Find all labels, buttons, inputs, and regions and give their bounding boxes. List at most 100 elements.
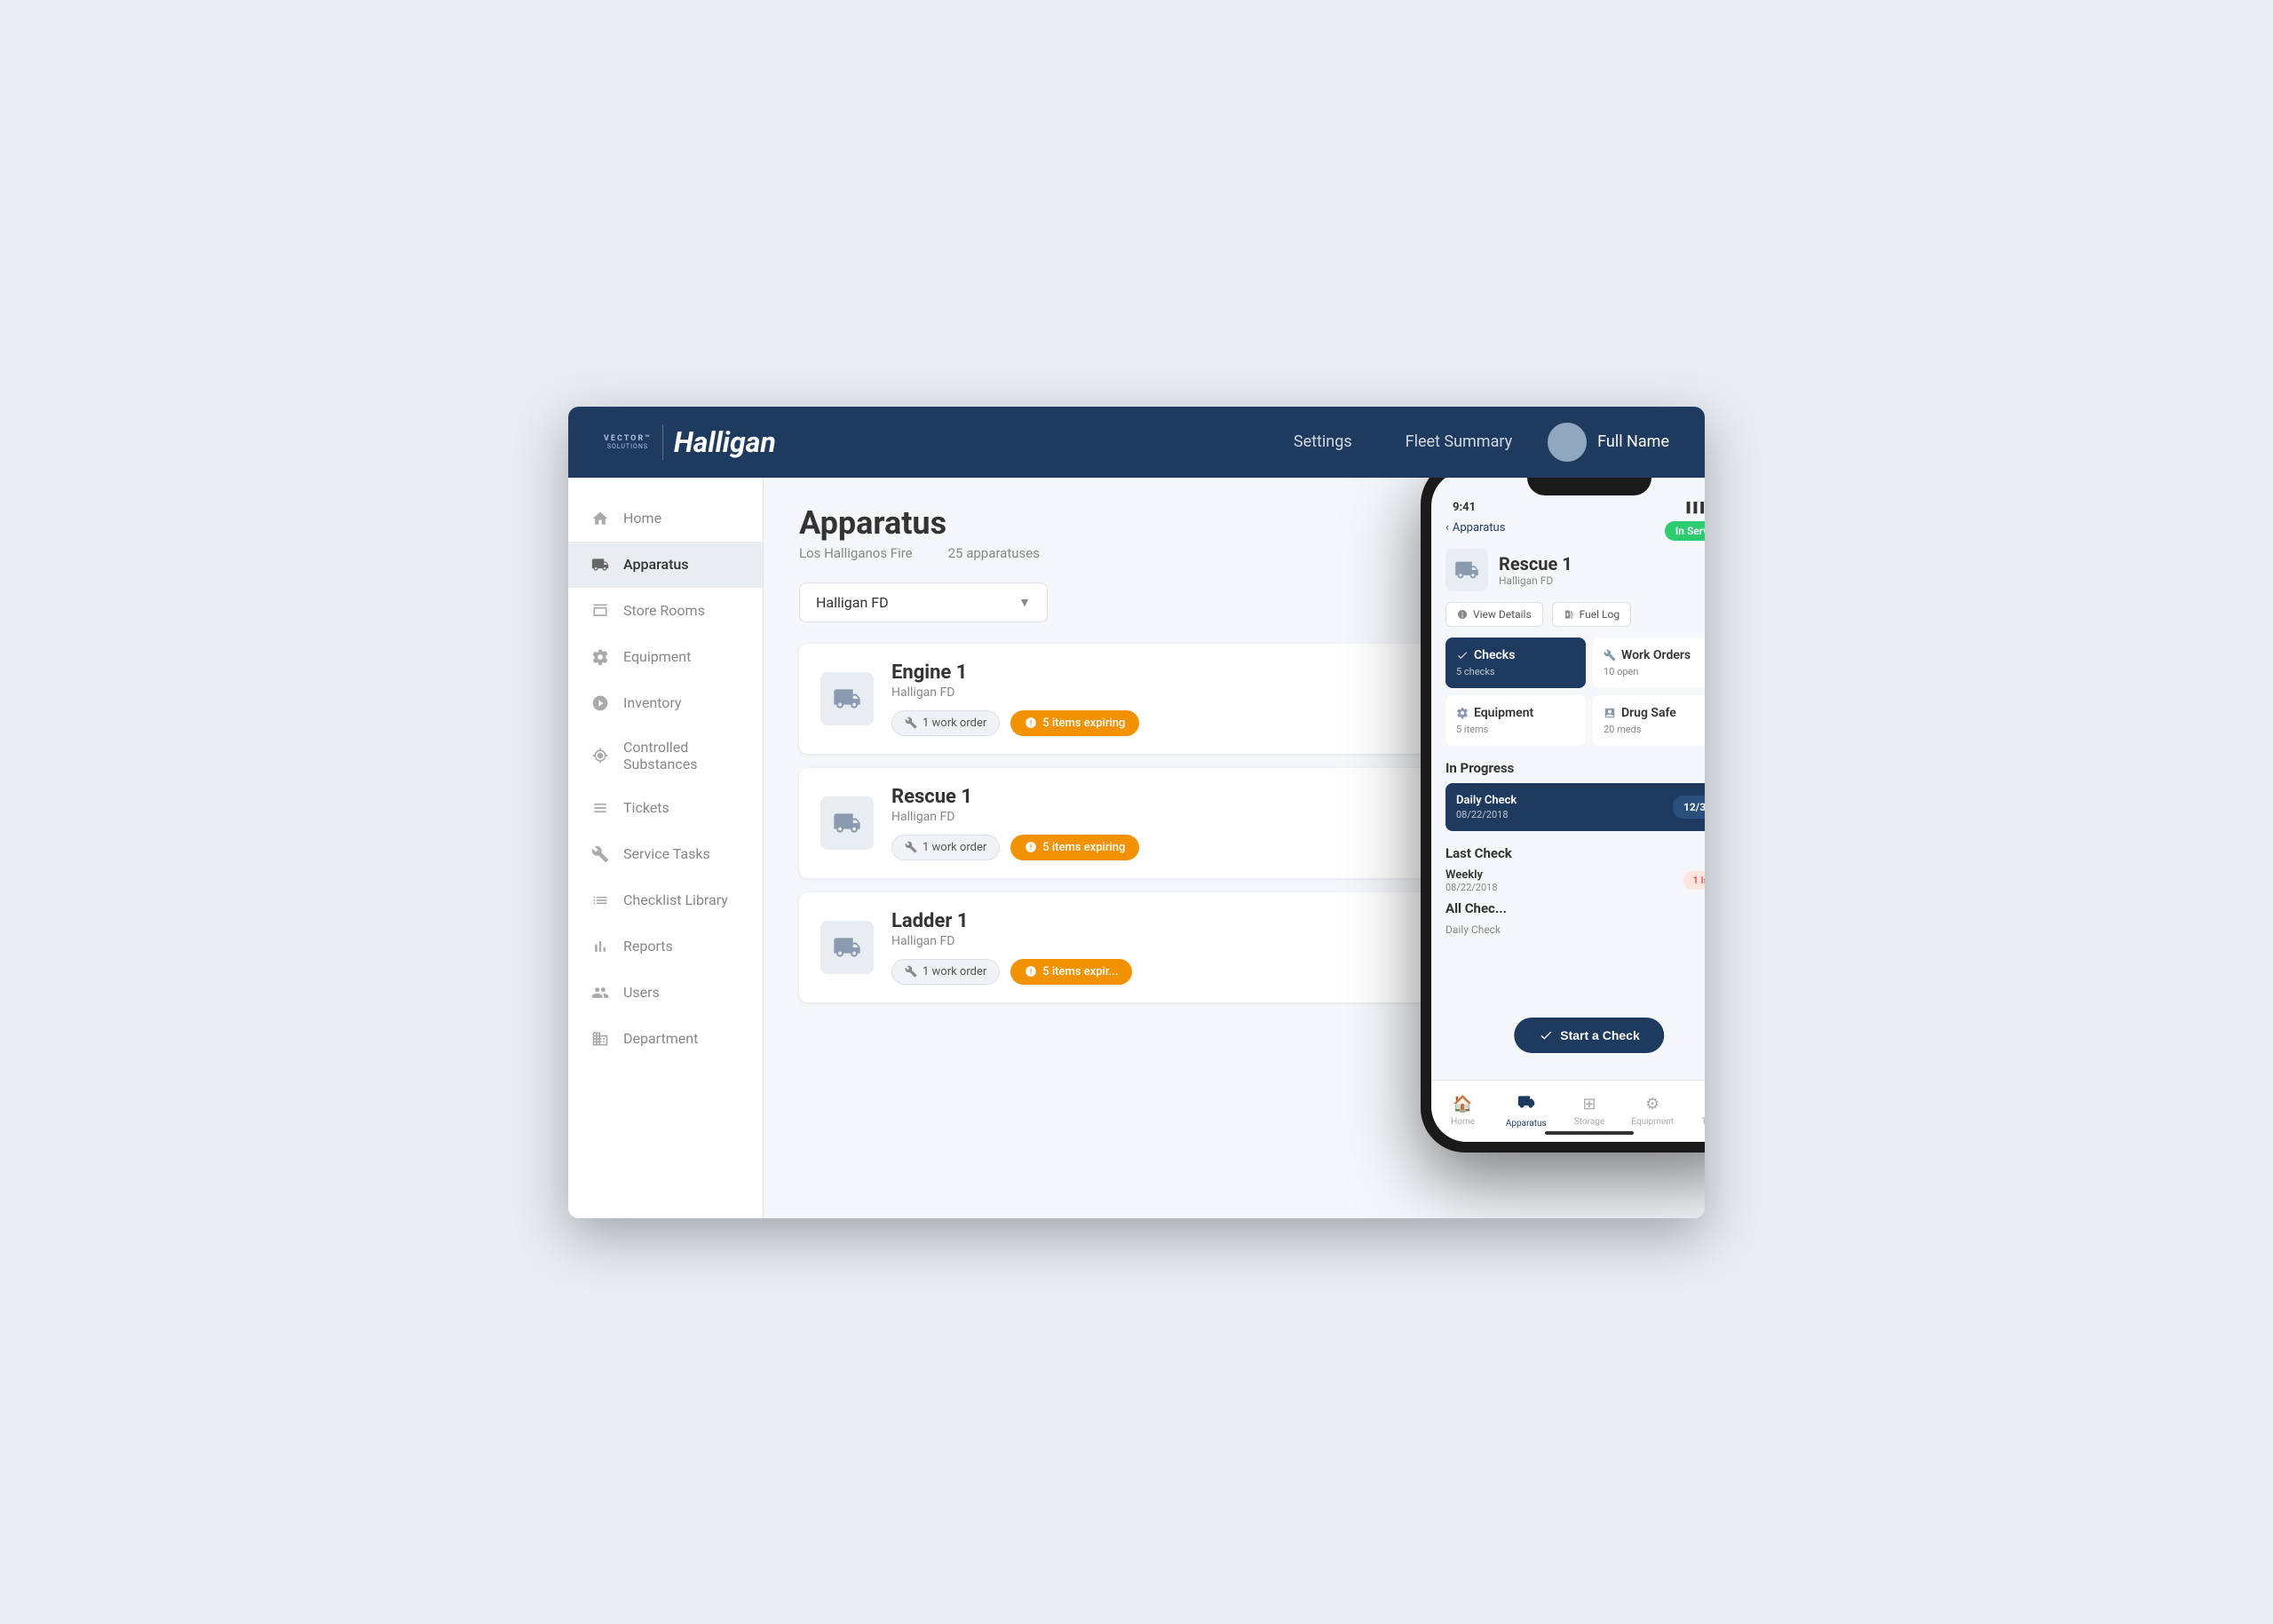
logo-halligan: Halligan: [674, 425, 776, 459]
dropdown-label: Halligan FD: [816, 594, 889, 611]
phone-grid-workorders[interactable]: Work Orders 10 open: [1593, 638, 1705, 688]
home-indicator: [1545, 1131, 1634, 1135]
phone-nav-home[interactable]: 🏠 Home: [1431, 1081, 1494, 1142]
chevron-left-icon: ‹: [1445, 521, 1449, 535]
drugsafe-sub: 20 meds: [1604, 724, 1705, 735]
department-icon: [590, 1028, 611, 1050]
header-user: Full Name: [1548, 423, 1669, 462]
drugsafe-label: Drug Safe: [1621, 706, 1676, 720]
chevron-down-icon: ▼: [1018, 595, 1031, 610]
sidebar-item-reports[interactable]: Reports: [568, 923, 763, 970]
checks-sub: 5 checks: [1456, 666, 1575, 677]
department-dropdown[interactable]: Halligan FD ▼: [799, 582, 1048, 622]
sidebar-item-tickets[interactable]: Tickets: [568, 785, 763, 831]
home-icon: [590, 508, 611, 529]
avatar: [1548, 423, 1587, 462]
phone-apparatus-name: Rescue 1: [1499, 553, 1572, 574]
expiring-text-2: 5 items expiring: [1042, 841, 1125, 854]
work-order-text-2: 1 work order: [923, 841, 986, 854]
nav-settings[interactable]: Settings: [1294, 432, 1352, 451]
expiring-badge-3: 5 items expir...: [1010, 959, 1132, 985]
sidebar: Home Apparatus Store Rooms Equipment: [568, 478, 764, 1218]
phone-nav-home-icon: 🏠: [1453, 1095, 1472, 1113]
equipment-label: Equipment: [1474, 706, 1533, 720]
phone-nav-equipment-icon: ⚙: [1645, 1095, 1659, 1113]
sidebar-label-inventory: Inventory: [623, 694, 682, 711]
sidebar-label-reports: Reports: [623, 938, 673, 955]
phone-apparatus-details: Rescue 1 Halligan FD: [1499, 553, 1572, 587]
phone-top-row: ‹ Apparatus In Service: [1445, 521, 1705, 542]
last-check-title: Last Check: [1445, 845, 1705, 861]
phone-nav-apparatus-label: Apparatus: [1506, 1119, 1547, 1129]
tickets-icon: [590, 797, 611, 819]
header-username: Full Name: [1597, 432, 1669, 451]
last-check-date: 08/22/2018: [1445, 882, 1498, 893]
checklist-icon: [590, 890, 611, 911]
expiring-text: 5 items expiring: [1042, 717, 1125, 730]
controlled-icon: [590, 745, 611, 766]
view-details-label: View Details: [1473, 608, 1532, 621]
logo-solutions-text: SOLUTIONS: [607, 443, 648, 450]
sidebar-item-equipment[interactable]: Equipment: [568, 634, 763, 680]
sidebar-label-checklist: Checklist Library: [623, 891, 728, 908]
apparatus-card-icon: [820, 672, 874, 725]
start-check-label: Start a Check: [1560, 1028, 1639, 1042]
phone-nav-home-label: Home: [1451, 1117, 1475, 1127]
all-checks-title: All Chec...: [1445, 900, 1705, 916]
phone-grid-equipment[interactable]: Equipment 5 items: [1445, 695, 1586, 746]
sidebar-item-apparatus[interactable]: Apparatus: [568, 542, 763, 588]
phone-nav-apparatus-icon: [1517, 1093, 1535, 1115]
header-logo: VECTOR™ SOLUTIONS Halligan: [604, 424, 776, 460]
issue-badge: 1 Issue: [1683, 871, 1705, 890]
header-nav: Settings Fleet Summary: [1294, 432, 1512, 451]
apparatus-card-icon-3: [820, 921, 874, 974]
phone-progress-card[interactable]: Daily Check 08/22/2018 12/30: [1445, 783, 1705, 831]
start-check-button[interactable]: Start a Check: [1514, 1018, 1664, 1053]
work-order-badge-3: 1 work order: [891, 959, 1000, 985]
apparatus-count: 25 apparatuses: [948, 545, 1040, 561]
sidebar-item-home[interactable]: Home: [568, 495, 763, 542]
sidebar-item-checklist[interactable]: Checklist Library: [568, 877, 763, 923]
inventory-icon: [590, 693, 611, 714]
phone-icons: ▐▐▐ ▲ ▮: [1683, 502, 1705, 513]
main-layout: Home Apparatus Store Rooms Equipment: [568, 478, 1705, 1218]
phone-action-row: View Details Fuel Log: [1445, 602, 1705, 627]
last-check-info: Weekly 08/22/2018: [1445, 868, 1498, 893]
storerooms-icon: [590, 600, 611, 622]
org-name: Los Halliganos Fire: [799, 545, 913, 561]
view-details-btn[interactable]: View Details: [1445, 602, 1543, 627]
nav-fleet-summary[interactable]: Fleet Summary: [1406, 432, 1513, 451]
progress-info: Daily Check 08/22/2018: [1456, 794, 1517, 820]
in-progress-title: In Progress: [1445, 760, 1705, 776]
progress-check-name: Daily Check: [1456, 794, 1517, 807]
sidebar-label-tickets: Tickets: [623, 799, 669, 816]
fuel-log-label: Fuel Log: [1580, 608, 1620, 621]
signal-icon: ▐▐▐: [1683, 502, 1704, 513]
sidebar-item-users[interactable]: Users: [568, 970, 763, 1016]
phone-back-btn[interactable]: ‹ Apparatus: [1445, 521, 1505, 535]
logo-divider: [662, 424, 663, 460]
phone-nav-equipment-label: Equipment: [1631, 1117, 1674, 1127]
sidebar-item-inventory[interactable]: Inventory: [568, 680, 763, 726]
sidebar-item-service[interactable]: Service Tasks: [568, 831, 763, 877]
work-order-text-3: 1 work order: [923, 965, 986, 978]
sidebar-item-storerooms[interactable]: Store Rooms: [568, 588, 763, 634]
phone-nav-storage-label: Storage: [1574, 1117, 1604, 1127]
last-check-section: Last Check Weekly 08/22/2018 1 Issue: [1445, 845, 1705, 893]
sidebar-label-equipment: Equipment: [623, 648, 691, 665]
phone-grid: Checks 5 checks Work Orders 10 open: [1445, 638, 1705, 746]
sidebar-label-controlled: Controlled Substances: [623, 739, 741, 772]
main-content: Apparatus Los Halliganos Fire 25 apparat…: [764, 478, 1705, 1218]
header: VECTOR™ SOLUTIONS Halligan Settings Flee…: [568, 407, 1705, 478]
equipment-icon: [590, 646, 611, 668]
app-container: VECTOR™ SOLUTIONS Halligan Settings Flee…: [568, 407, 1705, 1218]
phone-apparatus-dept: Halligan FD: [1499, 574, 1572, 587]
sidebar-item-controlled[interactable]: Controlled Substances: [568, 726, 763, 785]
expiring-badge: 5 items expiring: [1010, 710, 1139, 736]
fuel-log-btn[interactable]: Fuel Log: [1552, 602, 1631, 627]
sidebar-item-department[interactable]: Department: [568, 1016, 763, 1062]
phone-screen: 9:41 ▐▐▐ ▲ ▮ ‹ Apparatus: [1431, 478, 1705, 1142]
phone-nav-tickets[interactable]: ⊟ Tickets: [1684, 1081, 1705, 1142]
phone-grid-drugsafe[interactable]: Drug Safe 20 meds: [1593, 695, 1705, 746]
phone-grid-checks[interactable]: Checks 5 checks: [1445, 638, 1586, 688]
